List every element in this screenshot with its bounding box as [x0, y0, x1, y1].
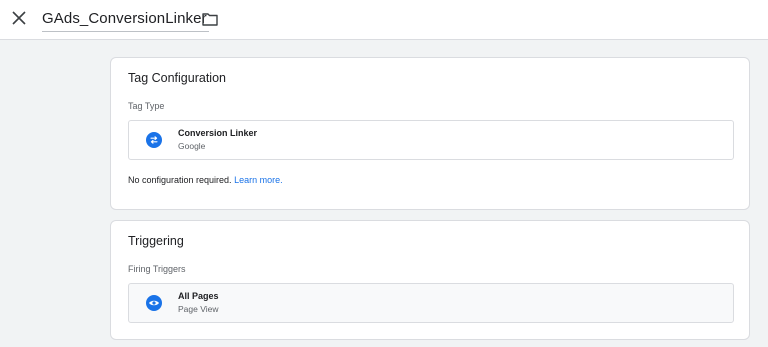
tag-type-selector[interactable]: Conversion Linker Google [128, 120, 734, 160]
tag-name: GAds_ConversionLinker [42, 10, 207, 27]
card-title: Triggering [128, 234, 184, 248]
section-label: Tag Type [128, 101, 165, 111]
tag-editor-header: GAds_ConversionLinker [0, 0, 768, 40]
conversion-linker-icon [146, 132, 162, 148]
trigger-type: Page View [178, 304, 219, 314]
tag-type-vendor: Google [178, 141, 206, 151]
tag-configuration-card[interactable]: Tag Configuration Tag Type Conversion Li… [110, 57, 750, 210]
triggering-card[interactable]: Triggering Firing Triggers All Pages Pag… [110, 220, 750, 340]
learn-more-link[interactable]: Learn more. [234, 175, 283, 185]
trigger-item-all-pages[interactable]: All Pages Page View [128, 283, 734, 323]
tag-type-name: Conversion Linker [178, 128, 258, 138]
eye-icon [146, 295, 162, 311]
configuration-note: No configuration required. Learn more. [128, 175, 283, 185]
card-title: Tag Configuration [128, 71, 226, 85]
folder-icon[interactable] [201, 10, 219, 28]
close-icon[interactable] [9, 8, 29, 28]
section-label: Firing Triggers [128, 264, 186, 274]
note-text: No configuration required. [128, 175, 232, 185]
tag-name-field[interactable]: GAds_ConversionLinker [42, 9, 209, 32]
trigger-name: All Pages [178, 291, 219, 301]
